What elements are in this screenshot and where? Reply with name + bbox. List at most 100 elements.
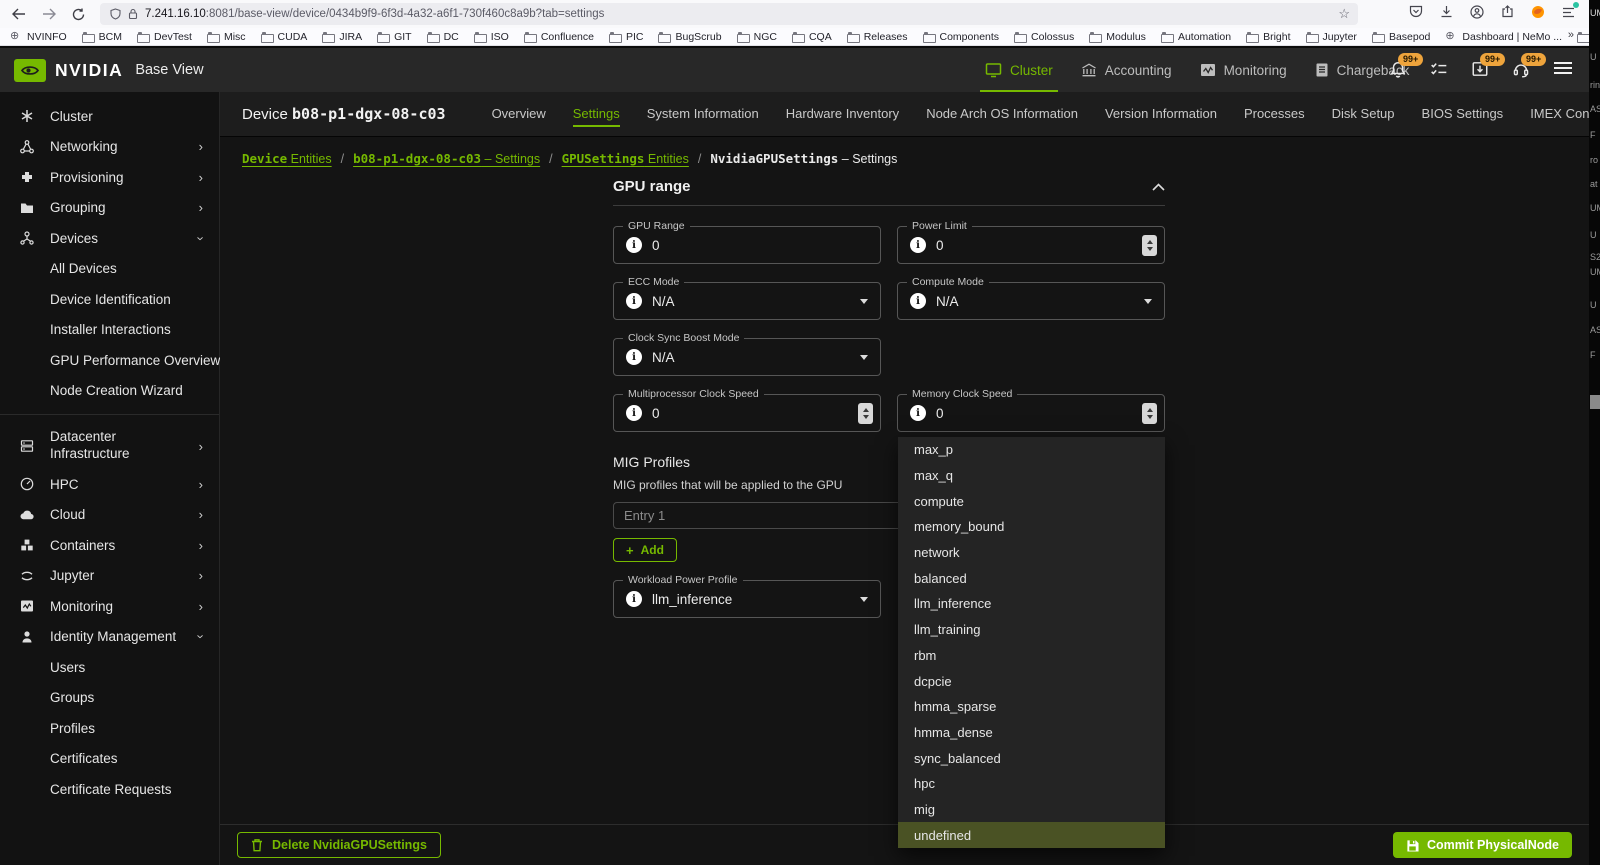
breadcrumb-link-device-settings[interactable]: b08-p1-dgx-08-c03 – Settings [353, 151, 540, 166]
device-tab[interactable]: Node Arch OS Information [926, 101, 1078, 127]
sidebar-item-all-devices[interactable]: All Devices [0, 254, 219, 285]
bookmark-item[interactable]: Misc [207, 31, 246, 43]
add-mig-profile-button[interactable]: + Add [613, 538, 677, 562]
collapse-chevron-up-icon[interactable] [1152, 183, 1165, 191]
bookmark-item[interactable]: Basepod [1372, 31, 1430, 43]
dropdown-option[interactable]: max_p [898, 437, 1165, 463]
sidebar-item-gpu-performance-overview[interactable]: GPU Performance Overview [0, 345, 219, 376]
alerts-bell-icon[interactable]: 99+ [1389, 60, 1409, 80]
back-icon[interactable] [12, 8, 26, 20]
top-nav-monitoring[interactable]: Monitoring [1200, 48, 1287, 92]
gpu-range-field[interactable]: GPU Range i 0 [613, 226, 881, 264]
bookmark-item[interactable]: Modulus [1089, 31, 1146, 43]
sidebar-item-cloud[interactable]: Cloud › [0, 500, 219, 531]
bookmark-item[interactable]: Colossus [1014, 31, 1074, 43]
ecc-mode-select[interactable]: ECC Mode i N/A [613, 282, 881, 320]
device-tab[interactable]: Overview [492, 101, 546, 127]
bookmark-item[interactable]: DevTest [137, 31, 192, 43]
sidebar-item-datacenter-infrastructure[interactable]: Datacenter Infrastructure › [0, 423, 219, 469]
dropdown-option[interactable]: compute [898, 488, 1165, 514]
bookmark-item[interactable]: Dashboard | NeMo ... [1445, 31, 1562, 43]
compute-mode-select[interactable]: Compute Mode i N/A [897, 282, 1165, 320]
top-nav-accounting[interactable]: Accounting [1081, 48, 1172, 92]
multiprocessor-clock-speed-field[interactable]: Multiprocessor Clock Speed i 0 [613, 394, 881, 432]
workload-power-profile-select[interactable]: Workload Power Profile i llm_inference [613, 580, 881, 618]
browser-menu-icon[interactable] [1562, 5, 1575, 23]
device-tab[interactable]: Hardware Inventory [786, 101, 899, 127]
sidebar-item-hpc[interactable]: HPC › [0, 469, 219, 500]
bookmarks-overflow-chevron[interactable]: » [1568, 29, 1573, 41]
device-tab[interactable]: BIOS Settings [1422, 101, 1504, 127]
device-tab[interactable]: Disk Setup [1332, 101, 1395, 127]
sidebar-item-groups[interactable]: Groups [0, 683, 219, 714]
forward-icon[interactable] [42, 8, 56, 20]
delete-nvidiagpusettings-button[interactable]: Delete NvidiaGPUSettings [237, 832, 441, 858]
bookmark-item[interactable]: ISO [474, 31, 509, 43]
sidebar-item-certificates[interactable]: Certificates [0, 744, 219, 775]
spinner-down-icon[interactable] [1147, 415, 1153, 419]
bookmark-star-icon[interactable]: ☆ [1338, 6, 1350, 22]
spinner-up-icon[interactable] [1147, 240, 1153, 244]
sidebar-item-networking[interactable]: Networking › [0, 132, 219, 163]
sidebar-item-certificate-requests[interactable]: Certificate Requests [0, 774, 219, 805]
sidebar-item-devices[interactable]: Devices › [0, 223, 219, 254]
spinner-up-icon[interactable] [863, 408, 869, 412]
sidebar-item-cluster[interactable]: Cluster [0, 101, 219, 132]
bookmark-item[interactable]: DC [427, 31, 459, 43]
number-spinner[interactable] [858, 403, 873, 424]
share-icon[interactable] [1501, 5, 1514, 23]
import-tray-icon[interactable]: 99+ [1471, 60, 1491, 80]
support-headset-icon[interactable]: 99+ [1512, 60, 1532, 80]
extension-fox-icon[interactable] [1531, 5, 1545, 24]
bookmark-item[interactable]: NGC [737, 31, 777, 43]
bookmark-item[interactable]: Releases [847, 31, 908, 43]
dropdown-option[interactable]: mig [898, 797, 1165, 823]
sidebar-item-installer-interactions[interactable]: Installer Interactions [0, 315, 219, 346]
dropdown-option[interactable]: hpc [898, 771, 1165, 797]
spinner-down-icon[interactable] [863, 415, 869, 419]
dropdown-option[interactable]: rbm [898, 643, 1165, 669]
device-tab[interactable]: Settings [573, 101, 620, 127]
url-bar[interactable]: 7.241.16.10:8081/base-view/device/0434b9… [100, 3, 1358, 25]
sidebar-item-identity-management[interactable]: Identity Management › [0, 622, 219, 653]
dropdown-option[interactable]: dcpcie [898, 668, 1165, 694]
device-tab[interactable]: Version Information [1105, 101, 1217, 127]
dropdown-option[interactable]: max_q [898, 463, 1165, 489]
spinner-down-icon[interactable] [1147, 247, 1153, 251]
sidebar-item-users[interactable]: Users [0, 652, 219, 683]
sidebar-item-monitoring[interactable]: Monitoring › [0, 591, 219, 622]
account-icon[interactable] [1470, 5, 1484, 24]
bookmark-item[interactable]: JIRA [322, 31, 362, 43]
dropdown-option[interactable]: hmma_sparse [898, 694, 1165, 720]
strip-scrollbar[interactable] [1590, 395, 1600, 409]
tasks-checklist-icon[interactable] [1430, 60, 1450, 80]
number-spinner[interactable] [1142, 403, 1157, 424]
bookmark-item[interactable]: NVINFO [10, 31, 67, 43]
sidebar-item-jupyter[interactable]: Jupyter › [0, 561, 219, 592]
dropdown-option[interactable]: network [898, 540, 1165, 566]
bookmark-item[interactable]: Lab [1577, 31, 1589, 43]
bookmark-item[interactable]: GIT [377, 31, 412, 43]
dropdown-option[interactable]: hmma_dense [898, 720, 1165, 746]
bookmark-item[interactable]: Bright [1246, 31, 1290, 43]
breadcrumb-link-gpusettings-entities[interactable]: GPUSettings Entities [562, 151, 689, 166]
sidebar-item-node-creation-wizard[interactable]: Node Creation Wizard [0, 376, 219, 407]
bookmark-item[interactable]: CUDA [261, 31, 308, 43]
breadcrumb-link-device-entities[interactable]: Device Entities [242, 151, 332, 166]
sidebar-item-grouping[interactable]: Grouping › [0, 193, 219, 224]
pocket-icon[interactable] [1409, 5, 1423, 23]
device-tab[interactable]: System Information [647, 101, 759, 127]
download-icon[interactable] [1440, 5, 1453, 23]
dropdown-option[interactable]: memory_bound [898, 514, 1165, 540]
bookmark-item[interactable]: Components [923, 31, 1000, 43]
spinner-up-icon[interactable] [1147, 408, 1153, 412]
reload-icon[interactable] [72, 8, 85, 21]
bookmark-item[interactable]: BugScrub [658, 31, 721, 43]
dropdown-option[interactable]: llm_training [898, 617, 1165, 643]
sidebar-item-provisioning[interactable]: Provisioning › [0, 162, 219, 193]
dropdown-option[interactable]: sync_balanced [898, 745, 1165, 771]
bookmark-item[interactable]: Confluence [524, 31, 594, 43]
dropdown-option[interactable]: undefined [898, 822, 1165, 848]
section-header[interactable]: GPU range [613, 178, 1165, 206]
number-spinner[interactable] [1142, 235, 1157, 256]
